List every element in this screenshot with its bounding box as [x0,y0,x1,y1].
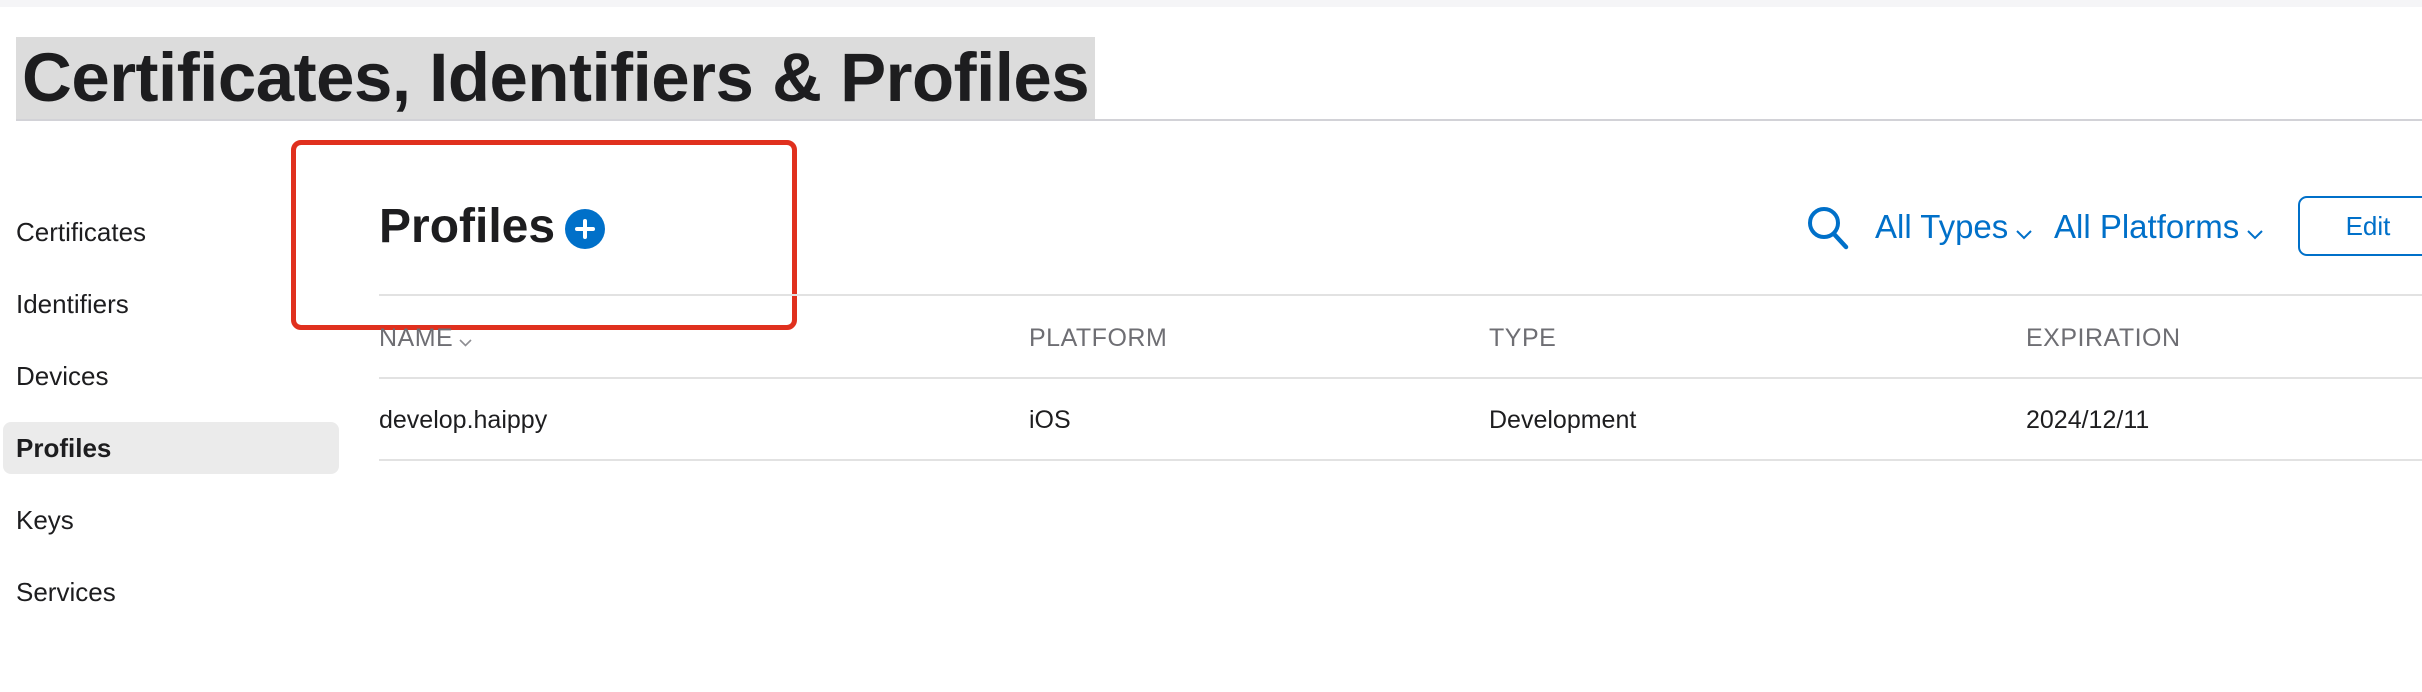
platform-filter-dropdown[interactable]: All Platforms [2054,203,2263,251]
sidebar-item-profiles[interactable]: Profiles [3,422,339,474]
column-header-type: TYPE [1489,324,1557,352]
sidebar-item-certificates[interactable]: Certificates [3,206,339,258]
section-title: Profiles [379,200,556,253]
page-title: Certificates, Identifiers & Profiles [16,37,1096,119]
type-filter-dropdown[interactable]: All Types [1875,203,2033,253]
table-top-divider [379,294,2422,296]
column-header-expiration: EXPIRATION [2026,324,2181,352]
chevron-down-icon [459,321,472,357]
column-header-platform: PLATFORM [1029,324,1168,352]
cell-type: Development [1489,406,1637,434]
table-bottom-divider [379,459,2422,461]
platform-filter-label: All Platforms [2054,208,2240,245]
sidebar-item-identifiers[interactable]: Identifiers [3,278,339,330]
sidebar-item-keys[interactable]: Keys [3,494,339,546]
chevron-down-icon [2016,205,2033,253]
add-profile-button[interactable] [565,209,605,249]
search-icon[interactable] [1806,205,1850,251]
type-filter-label: All Types [1875,208,2009,245]
top-strip [0,0,2422,7]
column-header-name[interactable]: NAME [379,320,472,356]
cell-expiration: 2024/12/11 [2026,406,2150,434]
column-header-name-label: NAME [379,324,454,352]
edit-button[interactable]: Edit [2298,196,2422,256]
cell-platform: iOS [1029,406,1071,434]
chevron-down-icon [2247,205,2263,253]
sidebar-item-devices[interactable]: Devices [3,350,339,402]
title-divider [16,119,2422,121]
sidebar-item-services[interactable]: Services [3,566,339,618]
cell-name[interactable]: develop.haippy [379,402,547,438]
